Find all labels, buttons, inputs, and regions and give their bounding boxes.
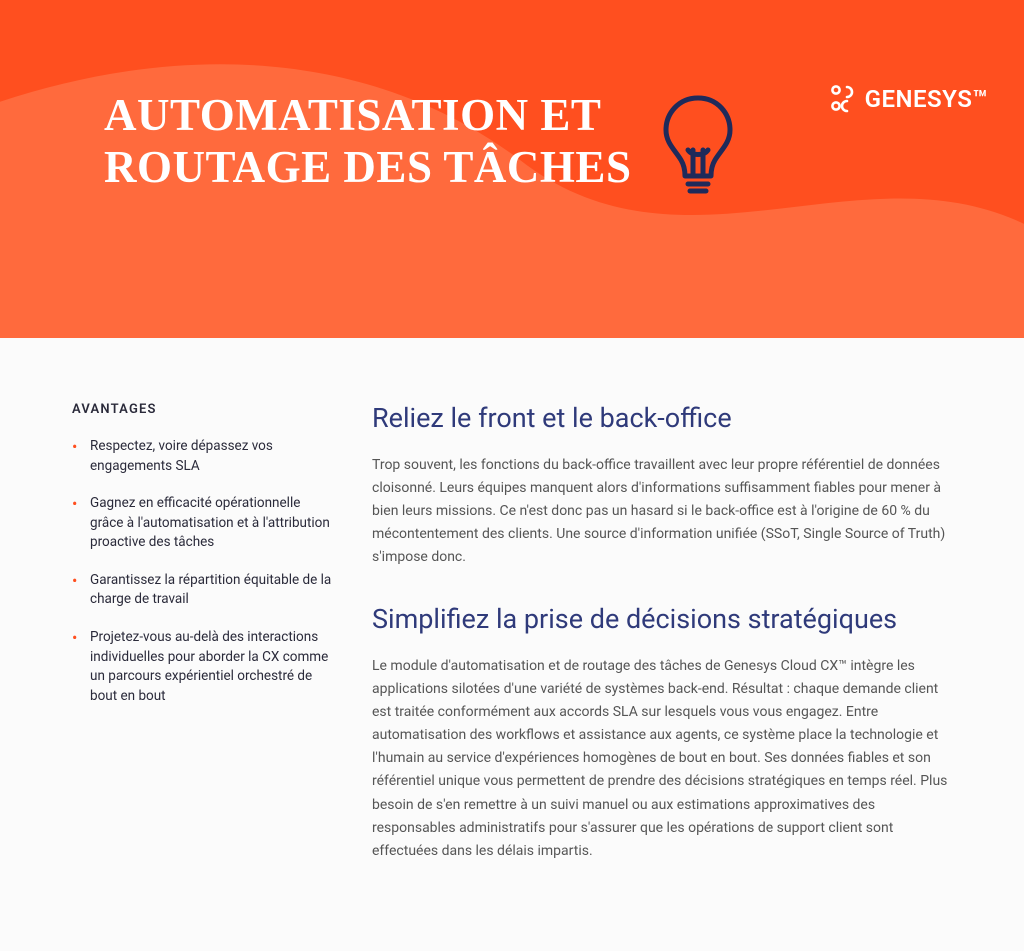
section-heading: Simplifiez la prise de décisions stratég…: [372, 603, 956, 637]
benefits-heading: AVANTAGES: [72, 402, 332, 417]
content-area: AVANTAGES Respectez, voire dépassez vos …: [0, 338, 1024, 951]
main-content: Reliez le front et le back-office Trop s…: [372, 402, 976, 897]
lightbulb-icon: [655, 90, 741, 200]
benefit-item: Projetez-vous au-delà des interactions i…: [72, 628, 332, 706]
section-body: Trop souvent, les fonctions du back-offi…: [372, 454, 956, 569]
section-heading: Reliez le front et le back-office: [372, 402, 956, 436]
benefit-item: Garantissez la répartition équitable de …: [72, 571, 332, 610]
benefits-sidebar: AVANTAGES Respectez, voire dépassez vos …: [72, 402, 332, 897]
hero-banner: GENESYS™ AUTOMATISATION ET ROUTAGE DES T…: [0, 0, 1024, 338]
benefit-item: Respectez, voire dépassez vos engagement…: [72, 437, 332, 476]
section-body: Le module d'automatisation et de routage…: [372, 655, 956, 863]
benefits-list: Respectez, voire dépassez vos engagement…: [72, 437, 332, 706]
page-title: AUTOMATISATION ET ROUTAGE DES TÂCHES: [104, 90, 631, 194]
benefit-item: Gagnez en efficacité opérationnelle grâc…: [72, 494, 332, 553]
